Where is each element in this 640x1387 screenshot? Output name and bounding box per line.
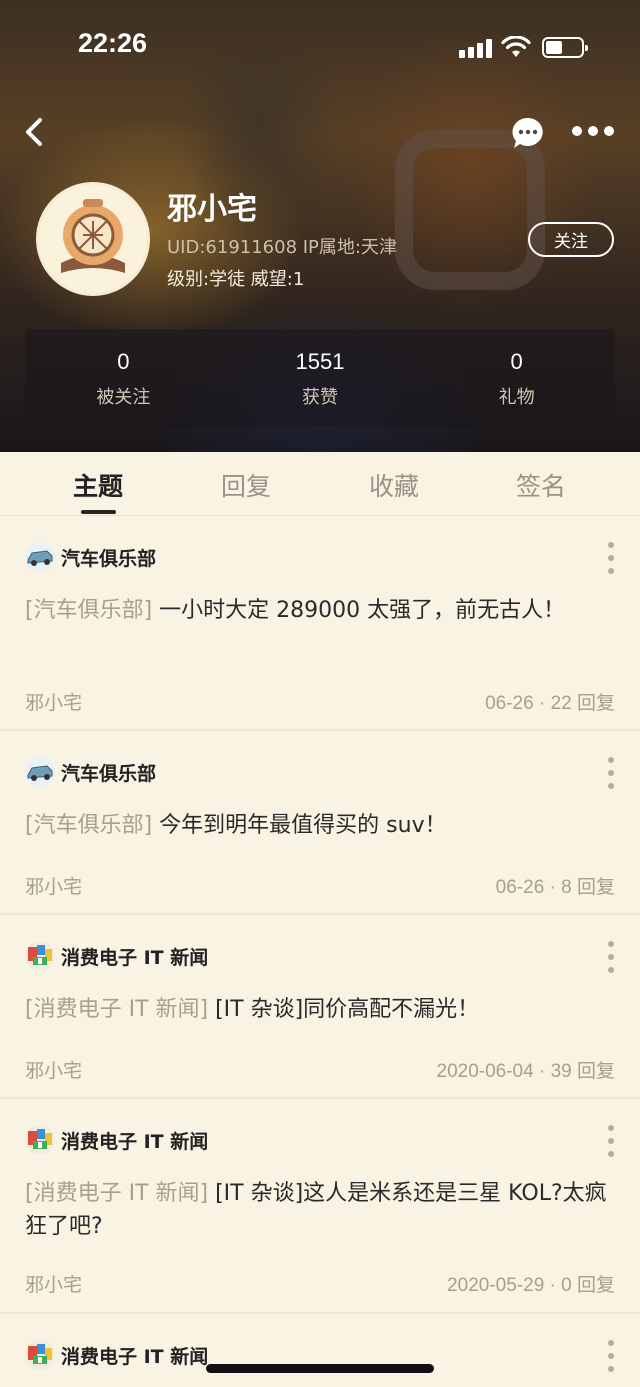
status-bar-time: 22:26 xyxy=(78,28,148,58)
post-menu-icon[interactable] xyxy=(606,757,616,789)
post-title[interactable]: [消费电子 IT 新闻] [IT 杂谈]这人是米系还是三星 KOL?太疯狂了吧? xyxy=(25,1177,615,1243)
active-tab-indicator xyxy=(81,510,116,514)
post-meta: 2020-05-29 · 0 回复 xyxy=(447,1275,615,1296)
post-forum-tag: [消费电子 IT 新闻] xyxy=(25,1181,209,1206)
forum-name: 汽车俱乐部 xyxy=(61,762,157,785)
tab-topics[interactable]: 主题 xyxy=(43,467,153,503)
forum-name: 消费电子 IT 新闻 xyxy=(61,1345,209,1368)
home-indicator[interactable] xyxy=(206,1364,434,1373)
stat-gifts[interactable]: 0 礼物 xyxy=(418,329,615,427)
post-menu-icon[interactable] xyxy=(606,1125,616,1157)
post-title[interactable]: [消费电子 IT 新闻] [IT 杂谈]同价高配不漏光！ xyxy=(25,993,615,1026)
forum-link[interactable]: 汽车俱乐部 xyxy=(25,542,157,572)
tab-favorites[interactable]: 收藏 xyxy=(339,467,449,503)
post-title-text: 今年到明年最值得买的 suv！ xyxy=(152,813,447,838)
stat-followers[interactable]: 0 被关注 xyxy=(25,329,222,427)
stat-value: 1551 xyxy=(295,349,345,374)
stat-label: 获赞 xyxy=(302,387,338,408)
list-item[interactable]: 汽车俱乐部 [汽车俱乐部] 一小时大定 289000 太强了，前无古人！ 邪小宅… xyxy=(0,516,640,731)
stat-label: 礼物 xyxy=(498,387,535,408)
back-arrow-icon[interactable] xyxy=(20,114,50,150)
list-item[interactable]: 消费电子 IT 新闻 [消费电子 IT 新闻] [IT 杂谈]这人是米系还是三星… xyxy=(0,1099,640,1314)
post-menu-icon[interactable] xyxy=(606,941,616,973)
profile-level-prestige: 级别:学徒 威望:1 xyxy=(167,269,305,290)
stat-likes[interactable]: 1551 获赞 xyxy=(222,329,419,427)
avatar[interactable] xyxy=(36,182,150,296)
car-icon xyxy=(25,757,55,787)
post-author: 邪小宅 xyxy=(25,1274,83,1296)
gadget-icon xyxy=(25,1125,55,1155)
tab-replies[interactable]: 回复 xyxy=(191,467,301,503)
follow-button[interactable]: 关注 xyxy=(528,222,614,257)
more-options-icon[interactable] xyxy=(570,124,616,138)
forum-link[interactable]: 消费电子 IT 新闻 xyxy=(25,941,209,971)
stat-value: 0 xyxy=(510,349,523,374)
post-forum-tag: [消费电子 IT 新闻] xyxy=(25,997,209,1022)
gadget-icon xyxy=(25,941,55,971)
gadget-icon xyxy=(25,1340,55,1370)
forum-name: 汽车俱乐部 xyxy=(61,547,157,570)
profile-nickname: 邪小宅 xyxy=(167,192,257,227)
list-item[interactable]: 消费电子 IT 新闻 xyxy=(0,1314,640,1387)
post-author: 邪小宅 xyxy=(25,1060,83,1082)
forum-link[interactable]: 消费电子 IT 新闻 xyxy=(25,1125,209,1155)
post-title[interactable]: [汽车俱乐部] 今年到明年最值得买的 suv！ xyxy=(25,809,615,842)
post-meta: 06-26 · 22 回复 xyxy=(485,693,615,714)
diving-helmet-icon xyxy=(39,185,147,293)
post-author: 邪小宅 xyxy=(25,692,83,714)
post-title-text: [IT 杂谈]同价高配不漏光！ xyxy=(208,997,480,1022)
post-author: 邪小宅 xyxy=(25,876,83,898)
wifi-icon xyxy=(501,36,531,57)
forum-link[interactable]: 汽车俱乐部 xyxy=(25,757,157,787)
forum-link[interactable]: 消费电子 IT 新闻 xyxy=(25,1340,209,1370)
message-bubble-icon[interactable] xyxy=(511,116,545,150)
post-title[interactable]: [汽车俱乐部] 一小时大定 289000 太强了，前无古人！ xyxy=(25,594,615,627)
profile-stats: 0 被关注 1551 获赞 0 礼物 xyxy=(25,329,615,427)
post-meta: 2020-06-04 · 39 回复 xyxy=(436,1061,616,1082)
car-icon xyxy=(25,542,55,572)
forum-name: 消费电子 IT 新闻 xyxy=(61,946,209,969)
post-menu-icon[interactable] xyxy=(606,542,616,574)
battery-icon xyxy=(542,37,588,58)
post-forum-tag: [汽车俱乐部] xyxy=(25,598,153,623)
post-forum-tag: [汽车俱乐部] xyxy=(25,813,153,838)
stat-label: 被关注 xyxy=(96,387,151,408)
post-menu-icon[interactable] xyxy=(606,1340,616,1372)
list-item[interactable]: 消费电子 IT 新闻 [消费电子 IT 新闻] [IT 杂谈]同价高配不漏光！ … xyxy=(0,915,640,1099)
post-list: 汽车俱乐部 [汽车俱乐部] 一小时大定 289000 太强了，前无古人！ 邪小宅… xyxy=(0,516,640,1387)
profile-header: 22:26 邪小宅 UID:61911608 IP属地:天津 级别:学徒 威望:… xyxy=(0,0,640,452)
forum-name: 消费电子 IT 新闻 xyxy=(61,1130,209,1153)
post-title-text: 一小时大定 289000 太强了，前无古人！ xyxy=(152,598,566,623)
list-item[interactable]: 汽车俱乐部 [汽车俱乐部] 今年到明年最值得买的 suv！ 邪小宅 06-26 … xyxy=(0,731,640,915)
tab-signature[interactable]: 签名 xyxy=(486,467,596,503)
stat-value: 0 xyxy=(117,349,130,374)
post-meta: 06-26 · 8 回复 xyxy=(495,877,615,898)
cellular-signal-icon xyxy=(459,38,493,58)
profile-tabs: 主题 回复 收藏 签名 xyxy=(0,452,640,516)
profile-uid-location: UID:61911608 IP属地:天津 xyxy=(167,237,397,258)
